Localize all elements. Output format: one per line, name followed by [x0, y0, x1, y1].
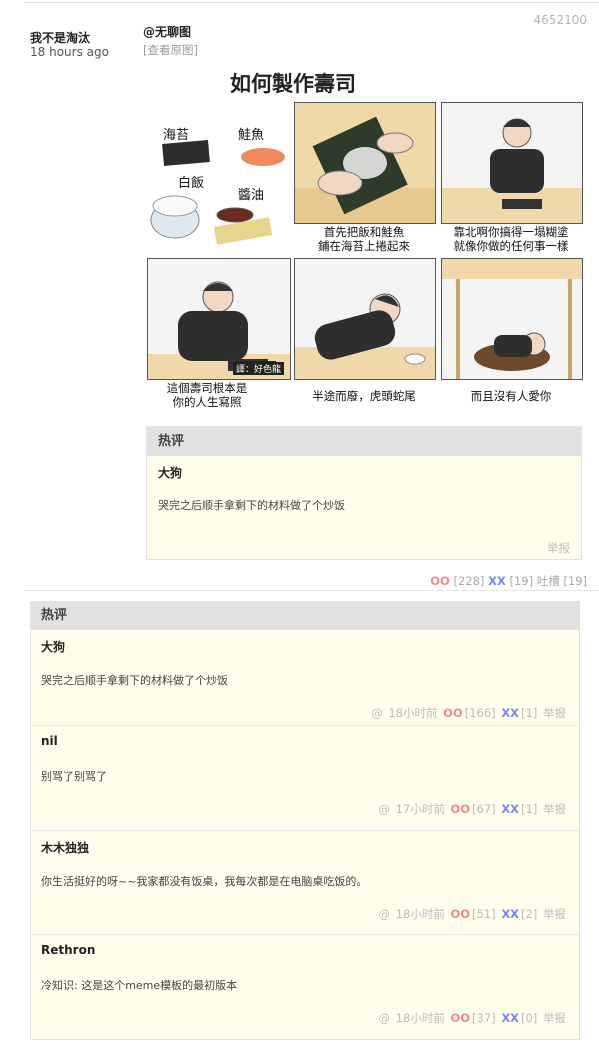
caption-3: 這個壽司根本是 你的人生寫照: [166, 381, 248, 409]
hot-comment-preview: 热评 大狗 哭完之后顺手拿剩下的材料做了个炒饭 举报: [146, 426, 582, 560]
post-divider: [24, 590, 599, 591]
comment-text: 冷知识: 这是这个meme模板的最初版本: [41, 979, 238, 992]
tucao-count: [19]: [563, 574, 587, 588]
xx-vote-button[interactable]: XX: [501, 802, 519, 816]
comment-meta: @ 18小时前 OO [51] XX [2] 举报: [377, 906, 566, 922]
report-link[interactable]: 举报: [543, 802, 566, 816]
oo-vote-button[interactable]: OO: [450, 907, 470, 921]
comment-item: Rethron 冷知识: 这是这个meme模板的最初版本 @ 18小时前 OO[…: [31, 934, 579, 1039]
panel-under-table: [441, 258, 583, 380]
caption-4: 半途而廢，虎頭蛇尾: [312, 389, 416, 403]
oo-count: [228]: [453, 574, 485, 588]
comment-text: 哭完之后顺手拿剩下的材料做了个炒饭: [41, 674, 228, 687]
comment-meta: @ 17小时前 OO [67] XX [1] 举报: [377, 801, 566, 817]
comic-image[interactable]: 如何製作壽司 海苔 鮭魚 白飯 醬油 首先把飯和鮭魚 鋪在海苔上捲起來 靠北啊你…: [143, 64, 586, 414]
xx-vote-button[interactable]: XX: [501, 907, 519, 921]
panel-man-looking: [441, 102, 583, 224]
oo-vote-button[interactable]: OO: [430, 574, 450, 588]
xx-vote-button[interactable]: XX: [488, 574, 506, 588]
xx-count: [2]: [521, 907, 538, 921]
hot-comments-box: 热评 大狗 哭完之后顺手拿剩下的材料做了个炒饭 @ 18小时前 OO [166] …: [30, 601, 580, 1040]
post-vote-bar: OO [228] XX [19] 吐槽 [19]: [430, 573, 587, 589]
comment-meta: @ 18小时前 OO [37] XX [0] 举报: [377, 1010, 566, 1026]
reply-at-button[interactable]: @: [371, 706, 383, 720]
hot-comment-text: 哭完之后顺手拿剩下的材料做了个炒饭: [158, 499, 345, 512]
comment-text: 别骂了别骂了: [41, 770, 107, 783]
oo-count: [37]: [472, 1011, 496, 1025]
post-author: 我不是淘汰: [30, 31, 91, 45]
xx-count: [19]: [509, 574, 534, 588]
post-time: 18 hours ago: [30, 45, 109, 59]
xx-count: [0]: [521, 1011, 538, 1025]
oo-vote-button[interactable]: OO: [443, 706, 463, 720]
comment-item: 大狗 哭完之后顺手拿剩下的材料做了个炒饭 @ 18小时前 OO [166] XX[…: [31, 630, 579, 734]
oo-vote-button[interactable]: OO: [450, 802, 470, 816]
report-link[interactable]: 举报: [543, 1011, 566, 1025]
reply-at-button[interactable]: @: [379, 802, 391, 816]
reply-at-button[interactable]: @: [379, 1011, 391, 1025]
curled-man-illustration: [442, 259, 582, 379]
panel-rolling-sushi: [294, 102, 436, 224]
translator-credit: 譯：好色龍: [232, 362, 284, 375]
comment-author: 大狗: [41, 640, 66, 654]
panel-head-down: [294, 258, 436, 380]
comment-author: 木木独独: [41, 841, 90, 855]
facepalm-illustration: [148, 281, 290, 379]
ingredients-panel: 海苔 鮭魚 白飯 醬油: [143, 102, 288, 252]
comment-time: 18小时前: [395, 1011, 445, 1025]
head-down-illustration: [295, 293, 435, 379]
hot-comment-author: 大狗: [158, 466, 183, 480]
reply-at-button[interactable]: @: [379, 907, 391, 921]
caption-5: 而且沒有人愛你: [470, 389, 552, 403]
report-link[interactable]: 举报: [543, 907, 566, 921]
comment-item: nil 别骂了别骂了 @ 17小时前 OO [67] XX [1] 举报: [31, 725, 579, 830]
xx-count: [1]: [521, 802, 538, 816]
panel-face-palm: 譯：好色龍: [147, 258, 291, 380]
hot-comments-header: 热评: [31, 602, 579, 630]
caption-1: 首先把飯和鮭魚 鋪在海苔上捲起來: [318, 225, 410, 253]
category-mention[interactable]: @无聊图: [143, 23, 191, 40]
man-illustration: [442, 118, 582, 223]
xx-count: [1]: [521, 706, 538, 720]
oo-count: [67]: [472, 802, 496, 816]
comment-author: nil: [41, 734, 58, 748]
comment-author: Rethron: [41, 943, 96, 957]
tucao-button[interactable]: 吐槽: [537, 574, 560, 588]
oo-count: [166]: [464, 706, 496, 720]
comic-title: 如何製作壽司: [230, 72, 356, 96]
caption-2: 靠北啊你搞得一塌糊塗 就像你做的任何事一樣: [453, 225, 569, 253]
ingredients-illustration: [150, 140, 285, 245]
comment-meta: @ 18小时前 OO [166] XX [1] 举报: [369, 705, 566, 721]
top-divider: [24, 2, 599, 3]
hands-rolling-illustration: [295, 116, 435, 223]
hot-comment-header: 热评: [147, 427, 581, 456]
xx-vote-button[interactable]: XX: [501, 706, 519, 720]
oo-count: [51]: [472, 907, 496, 921]
oo-vote-button[interactable]: OO: [450, 1011, 470, 1025]
comment-time: 17小时前: [395, 802, 445, 816]
comment-time: 18小时前: [395, 907, 445, 921]
view-original-link[interactable]: [查看原图]: [143, 42, 198, 58]
report-link[interactable]: 举报: [547, 540, 570, 556]
post-id[interactable]: 4652100: [534, 13, 587, 27]
report-link[interactable]: 举报: [543, 706, 566, 720]
comment-text: 你生活挺好的呀~~我家都没有饭桌，我每次都是在电脑桌吃饭的。: [41, 875, 368, 888]
comment-item: 木木独独 你生活挺好的呀~~我家都没有饭桌，我每次都是在电脑桌吃饭的。 @ 18…: [31, 830, 579, 935]
xx-vote-button[interactable]: XX: [501, 1011, 519, 1025]
comment-time: 18小时前: [388, 706, 438, 720]
